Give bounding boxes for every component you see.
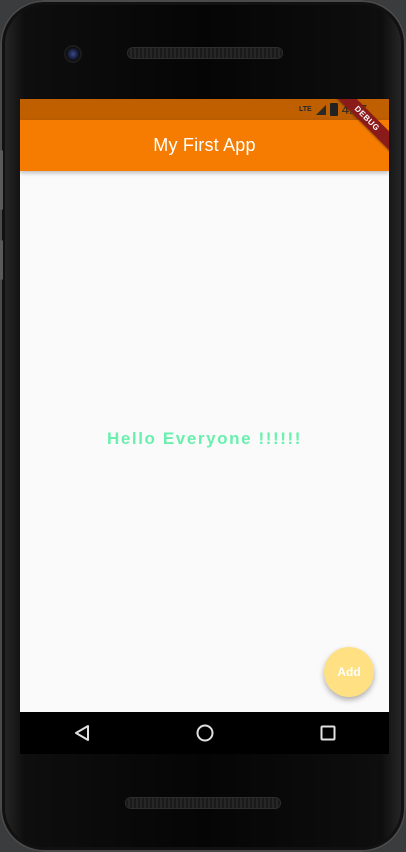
app-bar: My First App xyxy=(20,120,389,171)
greeting-text: Hello Everyone !!!!!! xyxy=(106,429,303,448)
volume-button xyxy=(0,150,3,210)
front-camera xyxy=(66,47,80,61)
circle-home-icon xyxy=(196,724,213,742)
triangle-back-icon xyxy=(74,725,89,741)
app-screen: LTE 4:17 My First App DEBUG Hello Everyo… xyxy=(20,99,389,712)
signal-icon xyxy=(315,104,326,115)
top-speaker-grille xyxy=(128,48,282,58)
app-title: My First App xyxy=(153,135,256,155)
battery-icon xyxy=(329,103,338,116)
navigation-bar xyxy=(20,712,389,754)
nav-recents-button[interactable] xyxy=(316,721,340,745)
nav-home-button[interactable] xyxy=(193,721,217,745)
bottom-speaker-grille xyxy=(126,798,280,808)
add-button[interactable]: Add xyxy=(324,647,374,697)
phone-frame: LTE 4:17 My First App DEBUG Hello Everyo… xyxy=(0,0,406,852)
status-bar: LTE 4:17 xyxy=(20,99,389,120)
power-button xyxy=(0,240,3,280)
square-recents-icon xyxy=(320,725,335,741)
lte-indicator: LTE xyxy=(298,105,312,113)
nav-back-button[interactable] xyxy=(70,721,94,745)
